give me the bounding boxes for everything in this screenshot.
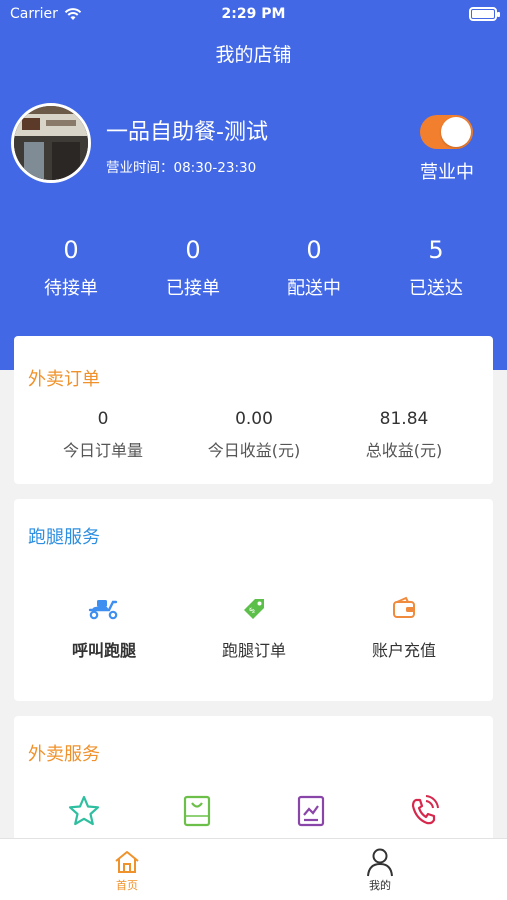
home-icon (115, 851, 139, 873)
bag-icon (183, 795, 211, 827)
takeout-service-card: 外卖服务 (14, 716, 493, 856)
toggle-knob (441, 117, 471, 147)
metric-label: 总收益(元) (365, 441, 443, 460)
stat-value: 0 (63, 236, 79, 264)
call-errand-label: 呼叫跑腿 (71, 641, 136, 660)
takeout-orders-card: 外卖订单 0 今日订单量 0.00 今日收益(元) 81.84 总收益(元) (14, 336, 493, 484)
chart-icon (297, 795, 325, 827)
metric-label: 今日订单量 (62, 441, 143, 460)
stat-label: 已接单 (166, 278, 220, 299)
order-stats: 0 待接单 0 已接单 0 配送中 5 已送达 (0, 232, 507, 312)
tab-home-label: 首页 (116, 879, 138, 892)
stat-value: 0 (306, 236, 322, 264)
tab-home[interactable]: 首页 (97, 847, 157, 893)
account-recharge-label: 账户充值 (371, 641, 436, 660)
stat-pending[interactable]: 0 待接单 (16, 232, 126, 300)
tab-mine-label: 我的 (369, 879, 391, 892)
takeout-service-title: 外卖服务 (28, 744, 100, 765)
status-bar: Carrier 2:29 PM (0, 0, 507, 30)
tab-mine[interactable]: 我的 (350, 847, 410, 893)
stat-label: 已送达 (409, 278, 463, 299)
stat-label: 待接单 (44, 278, 98, 299)
star-icon (68, 795, 100, 826)
wallet-icon (393, 596, 415, 618)
stat-value: 5 (428, 236, 444, 264)
open-status-label: 营业中 (420, 162, 474, 183)
metric-total-income[interactable]: 81.84 总收益(元) (324, 409, 484, 461)
takeout-orders-title: 外卖订单 (28, 369, 100, 390)
errand-orders-label: 跑腿订单 (221, 641, 286, 660)
metric-value: 81.84 (379, 409, 429, 429)
open-status-toggle[interactable] (420, 115, 473, 149)
stat-label: 配送中 (287, 278, 341, 299)
scooter-icon (88, 600, 118, 620)
metric-today-income[interactable]: 0.00 今日收益(元) (174, 409, 334, 461)
tag-icon: $ (244, 599, 264, 619)
stat-value: 0 (185, 236, 201, 264)
errand-service-card: 跑腿服务 呼叫跑腿 $ 跑腿订单 账户充值 (14, 499, 493, 701)
shop-name: 一品自助餐-测试 (106, 120, 268, 145)
person-icon (367, 848, 393, 877)
business-hours: 营业时间：08:30-23:30 (106, 160, 257, 176)
status-time: 2:29 PM (221, 6, 286, 22)
metric-label: 今日收益(元) (207, 441, 301, 460)
call-errand-button[interactable]: 呼叫跑腿 (29, 593, 179, 661)
bottom-tab-bar: 首页 我的 (0, 838, 507, 900)
stat-delivering[interactable]: 0 配送中 (259, 232, 369, 300)
metric-value: 0 (97, 409, 109, 429)
metric-value: 0.00 (235, 409, 273, 429)
metric-today-orders[interactable]: 0 今日订单量 (23, 409, 183, 461)
shop-avatar[interactable] (11, 103, 91, 183)
stat-accepted[interactable]: 0 已接单 (138, 232, 248, 300)
account-recharge-button[interactable]: 账户充值 (329, 593, 479, 661)
battery-icon (469, 7, 500, 21)
storefront-photo (14, 106, 88, 180)
stat-delivered[interactable]: 5 已送达 (381, 232, 491, 300)
phone-icon (411, 795, 439, 825)
errand-orders-button[interactable]: $ 跑腿订单 (179, 593, 329, 661)
errand-service-title: 跑腿服务 (28, 527, 100, 548)
takeout-service-item-4[interactable] (349, 795, 499, 826)
page-title: 我的店铺 (215, 44, 292, 66)
